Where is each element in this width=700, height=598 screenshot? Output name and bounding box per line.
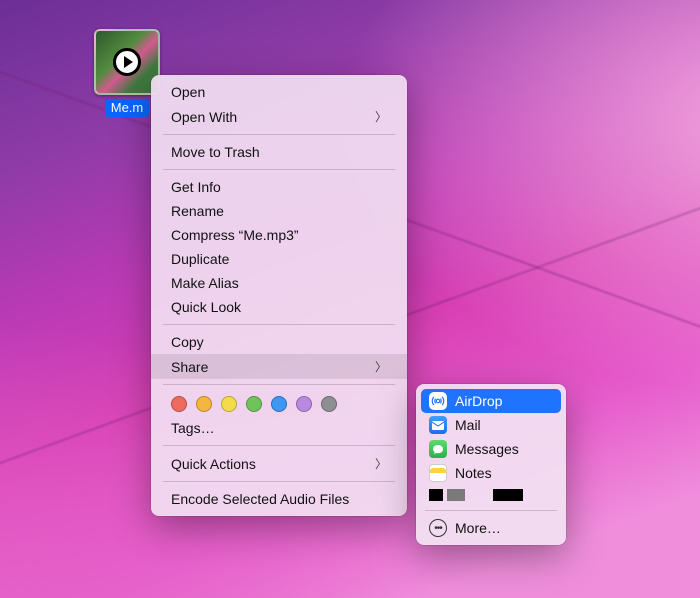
menu-trash[interactable]: Move to Trash (151, 140, 407, 164)
chevron-right-icon: 〉 (375, 455, 387, 472)
menu-separator (163, 481, 395, 482)
menu-compress[interactable]: Compress “Me.mp3” (151, 223, 407, 247)
chevron-right-icon: 〉 (375, 358, 387, 375)
share-messages-label: Messages (455, 441, 519, 457)
menu-share[interactable]: Share 〉 (151, 354, 407, 379)
menu-share-label: Share (171, 359, 208, 375)
menu-open-label: Open (171, 84, 205, 100)
menu-open[interactable]: Open (151, 80, 407, 104)
share-more[interactable]: ••• More… (421, 516, 561, 540)
share-redacted-item[interactable] (421, 485, 561, 505)
menu-separator (163, 384, 395, 385)
messages-icon (429, 440, 447, 458)
menu-duplicate-label: Duplicate (171, 251, 229, 267)
menu-separator (163, 324, 395, 325)
menu-quick-actions-label: Quick Actions (171, 456, 256, 472)
play-icon (113, 48, 141, 76)
menu-separator (163, 169, 395, 170)
tag-color-row (151, 390, 407, 416)
airdrop-icon (429, 392, 447, 410)
menu-tags-label: Tags… (171, 420, 215, 436)
tag-dot-red[interactable] (171, 396, 187, 412)
share-more-label: More… (455, 520, 501, 536)
menu-compress-label: Compress “Me.mp3” (171, 227, 299, 243)
menu-quick-look[interactable]: Quick Look (151, 295, 407, 319)
menu-copy-label: Copy (171, 334, 204, 350)
menu-open-with-label: Open With (171, 109, 237, 125)
menu-separator (163, 445, 395, 446)
menu-tags[interactable]: Tags… (151, 416, 407, 440)
menu-encode[interactable]: Encode Selected Audio Files (151, 487, 407, 511)
menu-open-with[interactable]: Open With 〉 (151, 104, 407, 129)
share-mail[interactable]: Mail (421, 413, 561, 437)
context-menu: Open Open With 〉 Move to Trash Get Info R… (151, 75, 407, 516)
share-airdrop-label: AirDrop (455, 393, 502, 409)
tag-dot-purple[interactable] (296, 396, 312, 412)
menu-copy[interactable]: Copy (151, 330, 407, 354)
menu-duplicate[interactable]: Duplicate (151, 247, 407, 271)
tag-dot-green[interactable] (246, 396, 262, 412)
share-airdrop[interactable]: AirDrop (421, 389, 561, 413)
mail-icon (429, 416, 447, 434)
menu-separator (163, 134, 395, 135)
tag-dot-blue[interactable] (271, 396, 287, 412)
notes-icon (429, 464, 447, 482)
menu-encode-label: Encode Selected Audio Files (171, 491, 349, 507)
share-notes-label: Notes (455, 465, 492, 481)
tag-dot-yellow[interactable] (221, 396, 237, 412)
menu-rename[interactable]: Rename (151, 199, 407, 223)
menu-make-alias[interactable]: Make Alias (151, 271, 407, 295)
menu-quick-actions[interactable]: Quick Actions 〉 (151, 451, 407, 476)
menu-make-alias-label: Make Alias (171, 275, 239, 291)
tag-dot-orange[interactable] (196, 396, 212, 412)
share-submenu: AirDrop Mail Messages Notes ••• More… (416, 384, 566, 545)
menu-get-info[interactable]: Get Info (151, 175, 407, 199)
menu-trash-label: Move to Trash (171, 144, 260, 160)
share-messages[interactable]: Messages (421, 437, 561, 461)
share-mail-label: Mail (455, 417, 481, 433)
chevron-right-icon: 〉 (375, 108, 387, 125)
menu-rename-label: Rename (171, 203, 224, 219)
submenu-separator (425, 510, 557, 511)
tag-dot-gray[interactable] (321, 396, 337, 412)
file-label: Me.m (105, 99, 150, 117)
share-notes[interactable]: Notes (421, 461, 561, 485)
menu-quick-look-label: Quick Look (171, 299, 241, 315)
ellipsis-icon: ••• (429, 519, 447, 537)
menu-get-info-label: Get Info (171, 179, 221, 195)
